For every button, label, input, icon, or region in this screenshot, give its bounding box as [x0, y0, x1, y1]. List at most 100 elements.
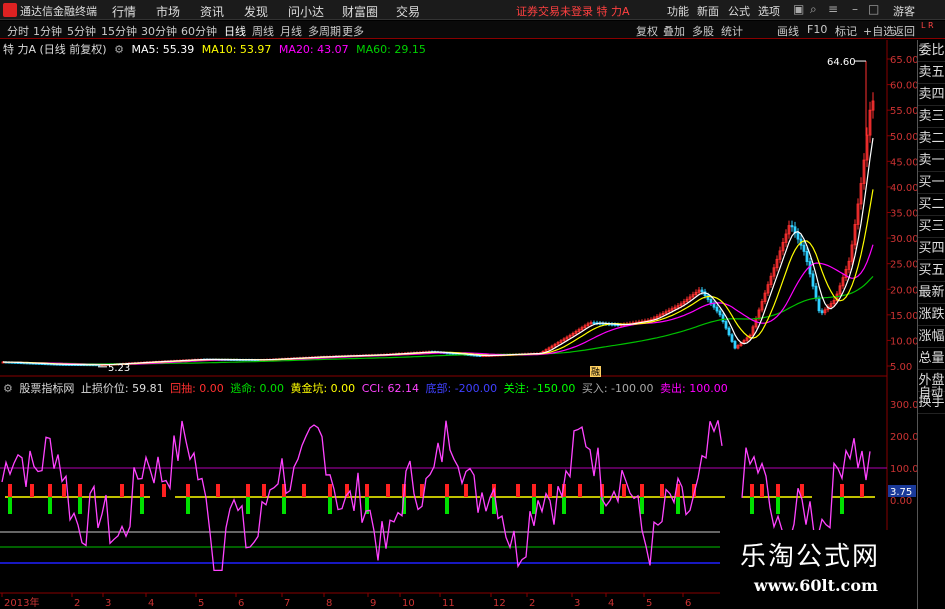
signal-bar-green: [78, 497, 82, 514]
price-label: 35.00: [890, 209, 919, 220]
signal-bar-green: [750, 497, 754, 514]
signal-bar-red: [578, 484, 582, 497]
ma20-value: MA20: 43.07: [278, 43, 349, 56]
side-maisi-buy[interactable]: 买四: [918, 238, 945, 260]
side-zuixin[interactable]: 最新: [918, 282, 945, 304]
side-zhangfu[interactable]: 涨幅: [918, 326, 945, 348]
side-maier-buy[interactable]: 买二: [918, 194, 945, 216]
huangjin-value: 黄金坑: 0.00: [290, 382, 356, 395]
signal-bar-red: [8, 484, 12, 497]
signal-bar-green: [246, 497, 250, 514]
side-maiwu-sell[interactable]: 卖五: [918, 62, 945, 84]
side-maier-sell[interactable]: 卖二: [918, 128, 945, 150]
signal-bar-green: [532, 497, 536, 514]
candle-body: [700, 289, 704, 293]
signal-bar-red: [30, 484, 34, 497]
cci-line: [1, 420, 723, 572]
side-maiwu-buy[interactable]: 买五: [918, 260, 945, 282]
price-label: 60.00: [890, 81, 919, 92]
signal-bar-green: [445, 497, 449, 514]
time-label: 4: [148, 598, 154, 609]
settings-icon[interactable]: ⚙: [114, 43, 124, 56]
dibu-value: 底部: -200.00: [425, 382, 498, 395]
signal-bar-green: [8, 497, 12, 514]
signal-bar-red: [62, 484, 66, 497]
candle-body: [730, 334, 734, 342]
quote-sidebar: 委比 卖五 卖四 卖三 卖二 卖一 买一 买二 买三 买四 买五 最新 涨跌 涨…: [917, 40, 945, 609]
time-label: 3: [105, 598, 111, 609]
side-maisi-sell[interactable]: 卖四: [918, 84, 945, 106]
signal-bar-green: [840, 497, 844, 514]
signal-bar-red: [162, 484, 166, 497]
time-label: 7: [284, 598, 290, 609]
time-label: 5: [646, 598, 652, 609]
signal-bar-red: [262, 484, 266, 497]
time-label: 11: [442, 598, 455, 609]
low-annotation: 5.23: [108, 363, 130, 374]
signal-bar-red: [660, 484, 664, 497]
indicator-axis-label: 300.0: [890, 400, 919, 411]
side-maiyi-buy[interactable]: 买一: [918, 172, 945, 194]
watermark-title: 乐淘公式网: [740, 542, 881, 572]
signal-bar-red: [516, 484, 520, 497]
time-label: 2013年: [4, 596, 39, 609]
side-weibi[interactable]: 委比: [918, 40, 945, 62]
candle-body: [709, 299, 713, 304]
time-label: 10: [402, 598, 415, 609]
ma-legend: 特 力A (日线 前复权) ⚙ MA5: 55.39 MA10: 53.97 M…: [3, 41, 430, 56]
time-label: 6: [238, 598, 244, 609]
time-label: 2: [74, 598, 80, 609]
signal-bar-green: [186, 497, 190, 514]
price-label: 15.00: [890, 311, 919, 322]
candle-body: [721, 314, 725, 322]
signal-bar-red: [216, 484, 220, 497]
candle-body: [724, 321, 728, 329]
side-zongliang[interactable]: 总量: [918, 348, 945, 370]
margin-mark-label: 融: [591, 367, 600, 378]
taoming-value: 逃命: 0.00: [230, 382, 284, 395]
chart-canvas[interactable]: 65.0060.0055.0050.0045.0040.0035.0030.00…: [0, 0, 945, 609]
signal-bar-green: [282, 497, 286, 514]
side-maisan-buy[interactable]: 买三: [918, 216, 945, 238]
candle-body: [796, 232, 800, 240]
high-annotation: 64.60: [827, 57, 856, 68]
candle-body: [805, 250, 809, 263]
signal-bar-red: [186, 484, 190, 497]
signal-bar-red: [776, 484, 780, 497]
signal-bar-red: [750, 484, 754, 497]
signal-bar-red: [860, 484, 864, 497]
time-label: 12: [493, 598, 506, 609]
price-label: 40.00: [890, 183, 919, 194]
signal-bar-red: [120, 484, 124, 497]
indicator-axis-label: 100.0: [890, 464, 919, 475]
signal-bar-red: [445, 484, 449, 497]
price-label: 45.00: [890, 157, 919, 168]
side-zhangdie[interactable]: 涨跌: [918, 304, 945, 326]
auto-button[interactable]: 自动: [919, 383, 943, 400]
ma10-line: [2, 189, 874, 366]
guanzhu-value: 关注: -150.00: [503, 382, 576, 395]
indicator-name: 股票指标网: [19, 382, 75, 395]
indicator-legend: ⚙ 股票指标网 止损价位: 59.81 回抽: 0.00 逃命: 0.00 黄金…: [3, 380, 731, 395]
indicator-settings-icon[interactable]: ⚙: [3, 382, 13, 395]
current-value-label: 3.75: [890, 487, 912, 498]
stop-price: 止损价位: 59.81: [80, 382, 164, 395]
side-maiyi-sell[interactable]: 卖一: [918, 150, 945, 172]
time-label: 4: [608, 598, 614, 609]
signal-bar-red: [78, 484, 82, 497]
signal-bar-red: [246, 484, 250, 497]
price-label: 5.00: [890, 362, 912, 373]
signal-bar-red: [386, 484, 390, 497]
side-maisan-sell[interactable]: 卖三: [918, 106, 945, 128]
time-label: 3: [574, 598, 580, 609]
ma10-value: MA10: 53.97: [201, 43, 272, 56]
price-label: 25.00: [890, 260, 919, 271]
ma60-line: [2, 275, 874, 365]
candle-body: [727, 327, 731, 336]
signal-bar-red: [48, 484, 52, 497]
signal-bar-red: [365, 484, 369, 497]
signal-bar-green: [140, 497, 144, 514]
mairu-value: 买入: -100.00: [581, 382, 654, 395]
signal-bar-red: [532, 484, 536, 497]
cci-value: CCI: 62.14: [361, 382, 419, 395]
